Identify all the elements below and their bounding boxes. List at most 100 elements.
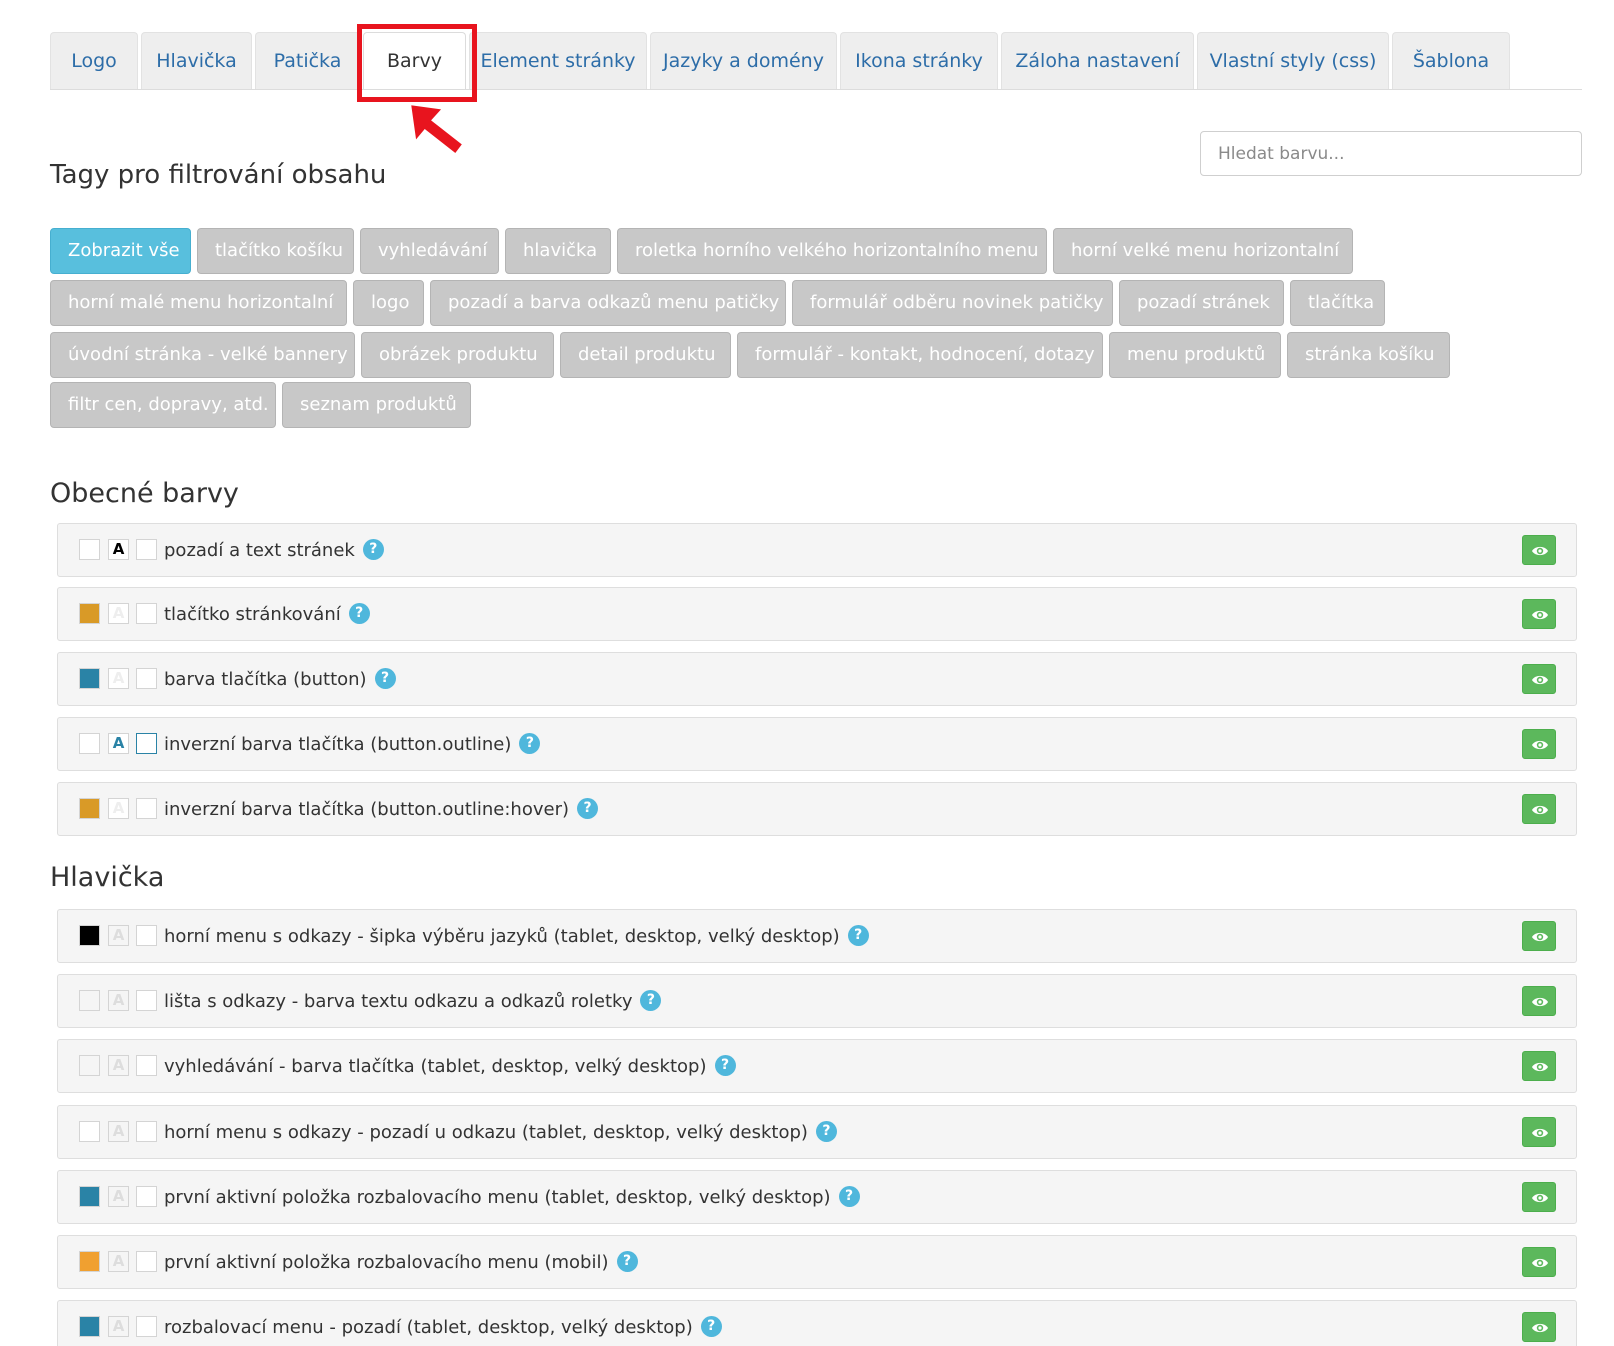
- tag-pozadi-menu-paticky[interactable]: pozadí a barva odkazů menu patičky: [430, 280, 786, 326]
- tag-horni-velke-menu[interactable]: horní velké menu horizontalní: [1053, 228, 1353, 274]
- border-color-swatch[interactable]: [136, 1121, 157, 1142]
- tag-horni-male-menu[interactable]: horní malé menu horizontalní: [50, 280, 347, 326]
- preview-button[interactable]: [1522, 1182, 1556, 1212]
- text-color-swatch[interactable]: A: [108, 668, 129, 689]
- border-color-swatch[interactable]: [136, 1055, 157, 1076]
- background-color-swatch[interactable]: [79, 990, 100, 1011]
- preview-button[interactable]: [1522, 599, 1556, 629]
- color-setting-label: lišta s odkazy - barva textu odkazu a od…: [164, 975, 662, 1029]
- eye-icon: [1532, 932, 1548, 942]
- tab-logo[interactable]: Logo: [50, 32, 138, 89]
- background-color-swatch[interactable]: [79, 1186, 100, 1207]
- text-color-swatch[interactable]: A: [108, 1121, 129, 1142]
- tag-tlacitko-kosiku[interactable]: tlačítko košíku: [197, 228, 354, 274]
- color-setting-text: horní menu s odkazy - šipka výběru jazyk…: [164, 926, 840, 947]
- preview-button[interactable]: [1522, 1312, 1556, 1342]
- preview-button[interactable]: [1522, 729, 1556, 759]
- color-search-input[interactable]: [1200, 131, 1582, 176]
- eye-icon: [1532, 1128, 1548, 1138]
- question-icon[interactable]: ?: [847, 925, 869, 946]
- preview-button[interactable]: [1522, 664, 1556, 694]
- border-color-swatch[interactable]: [136, 733, 157, 754]
- background-color-swatch[interactable]: [79, 539, 100, 560]
- color-setting-row: Atlačítko stránkování?: [57, 587, 1577, 641]
- text-color-swatch[interactable]: A: [108, 539, 129, 560]
- text-color-swatch[interactable]: A: [108, 798, 129, 819]
- tag-menu-produktu[interactable]: menu produktů: [1109, 332, 1281, 378]
- tag-filtr-cen[interactable]: filtr cen, dopravy, atd.: [50, 382, 276, 428]
- border-color-swatch[interactable]: [136, 668, 157, 689]
- border-color-swatch[interactable]: [136, 539, 157, 560]
- border-color-swatch[interactable]: [136, 990, 157, 1011]
- text-color-swatch[interactable]: A: [108, 603, 129, 624]
- question-icon[interactable]: ?: [362, 539, 384, 560]
- tag-logo[interactable]: logo: [353, 280, 424, 326]
- background-color-swatch[interactable]: [79, 733, 100, 754]
- tag-detail-produktu[interactable]: detail produktu: [560, 332, 731, 378]
- preview-button[interactable]: [1522, 921, 1556, 951]
- tab-jazyky-a-domeny[interactable]: Jazyky a domény: [650, 32, 837, 89]
- tab-sablona[interactable]: Šablona: [1392, 32, 1510, 89]
- background-color-swatch[interactable]: [79, 1121, 100, 1142]
- text-color-swatch[interactable]: A: [108, 925, 129, 946]
- tag-zobrazit-vse[interactable]: Zobrazit vše: [50, 228, 191, 274]
- tag-seznam-produktu[interactable]: seznam produktů: [282, 382, 471, 428]
- color-setting-text: lišta s odkazy - barva textu odkazu a od…: [164, 991, 633, 1012]
- tab-ikona-stranky[interactable]: Ikona stránky: [840, 32, 998, 89]
- color-setting-text: rozbalovací menu - pozadí (tablet, deskt…: [164, 1317, 693, 1338]
- question-icon[interactable]: ?: [815, 1121, 837, 1142]
- text-color-swatch[interactable]: A: [108, 1055, 129, 1076]
- background-color-swatch[interactable]: [79, 925, 100, 946]
- border-color-swatch[interactable]: [136, 1186, 157, 1207]
- tab-paticka[interactable]: Patička: [255, 32, 360, 89]
- background-color-swatch[interactable]: [79, 798, 100, 819]
- tag-obrazek-produktu[interactable]: obrázek produktu: [361, 332, 554, 378]
- background-color-swatch[interactable]: [79, 1251, 100, 1272]
- tab-hlavicka[interactable]: Hlavička: [141, 32, 252, 89]
- question-icon[interactable]: ?: [640, 990, 662, 1011]
- question-icon[interactable]: ?: [714, 1055, 736, 1076]
- tag-tlacitka[interactable]: tlačítka: [1290, 280, 1385, 326]
- question-icon[interactable]: ?: [374, 668, 396, 689]
- tab-vlastni-styly[interactable]: Vlastní styly (css): [1197, 32, 1389, 89]
- tab-zaloha-nastaveni[interactable]: Záloha nastavení: [1001, 32, 1194, 89]
- background-color-swatch[interactable]: [79, 1316, 100, 1337]
- text-color-swatch[interactable]: A: [108, 1316, 129, 1337]
- tag-vyhledavani[interactable]: vyhledávání: [360, 228, 499, 274]
- text-color-swatch[interactable]: A: [108, 1251, 129, 1272]
- tag-uvodni-stranka[interactable]: úvodní stránka - velké bannery: [50, 332, 355, 378]
- background-color-swatch[interactable]: [79, 1055, 100, 1076]
- preview-button[interactable]: [1522, 1051, 1556, 1081]
- question-icon[interactable]: ?: [519, 733, 541, 754]
- preview-button[interactable]: [1522, 1247, 1556, 1277]
- preview-button[interactable]: [1522, 794, 1556, 824]
- border-color-swatch[interactable]: [136, 1251, 157, 1272]
- text-color-swatch[interactable]: A: [108, 990, 129, 1011]
- background-color-swatch[interactable]: [79, 668, 100, 689]
- text-color-swatch[interactable]: A: [108, 1186, 129, 1207]
- border-color-swatch[interactable]: [136, 798, 157, 819]
- preview-button[interactable]: [1522, 1117, 1556, 1147]
- background-color-swatch[interactable]: [79, 603, 100, 624]
- tag-stranka-kosiku[interactable]: stránka košíku: [1287, 332, 1450, 378]
- text-color-swatch[interactable]: A: [108, 733, 129, 754]
- tag-formular-odberu[interactable]: formulář odběru novinek patičky: [792, 280, 1113, 326]
- settings-tabs: Logo Hlavička Patička Barvy Element strá…: [50, 32, 1582, 90]
- question-icon[interactable]: ?: [577, 798, 598, 819]
- preview-button[interactable]: [1522, 535, 1556, 565]
- border-color-swatch[interactable]: [136, 1316, 157, 1337]
- question-icon[interactable]: ?: [700, 1316, 722, 1337]
- question-icon[interactable]: ?: [616, 1251, 638, 1272]
- color-setting-row: Ahorní menu s odkazy - pozadí u odkazu (…: [57, 1105, 1577, 1159]
- border-color-swatch[interactable]: [136, 925, 157, 946]
- tag-formular-kontakt[interactable]: formulář - kontakt, hodnocení, dotazy: [737, 332, 1103, 378]
- tag-hlavicka[interactable]: hlavička: [505, 228, 611, 274]
- question-icon[interactable]: ?: [838, 1186, 860, 1207]
- question-icon[interactable]: ?: [348, 603, 370, 624]
- border-color-swatch[interactable]: [136, 603, 157, 624]
- tab-element-stranky[interactable]: Element stránky: [469, 32, 647, 89]
- preview-button[interactable]: [1522, 986, 1556, 1016]
- tag-roletka[interactable]: roletka horního velkého horizontalního m…: [617, 228, 1047, 274]
- tag-pozadi-stranek[interactable]: pozadí stránek: [1119, 280, 1284, 326]
- color-setting-label: barva tlačítka (button)?: [164, 653, 396, 707]
